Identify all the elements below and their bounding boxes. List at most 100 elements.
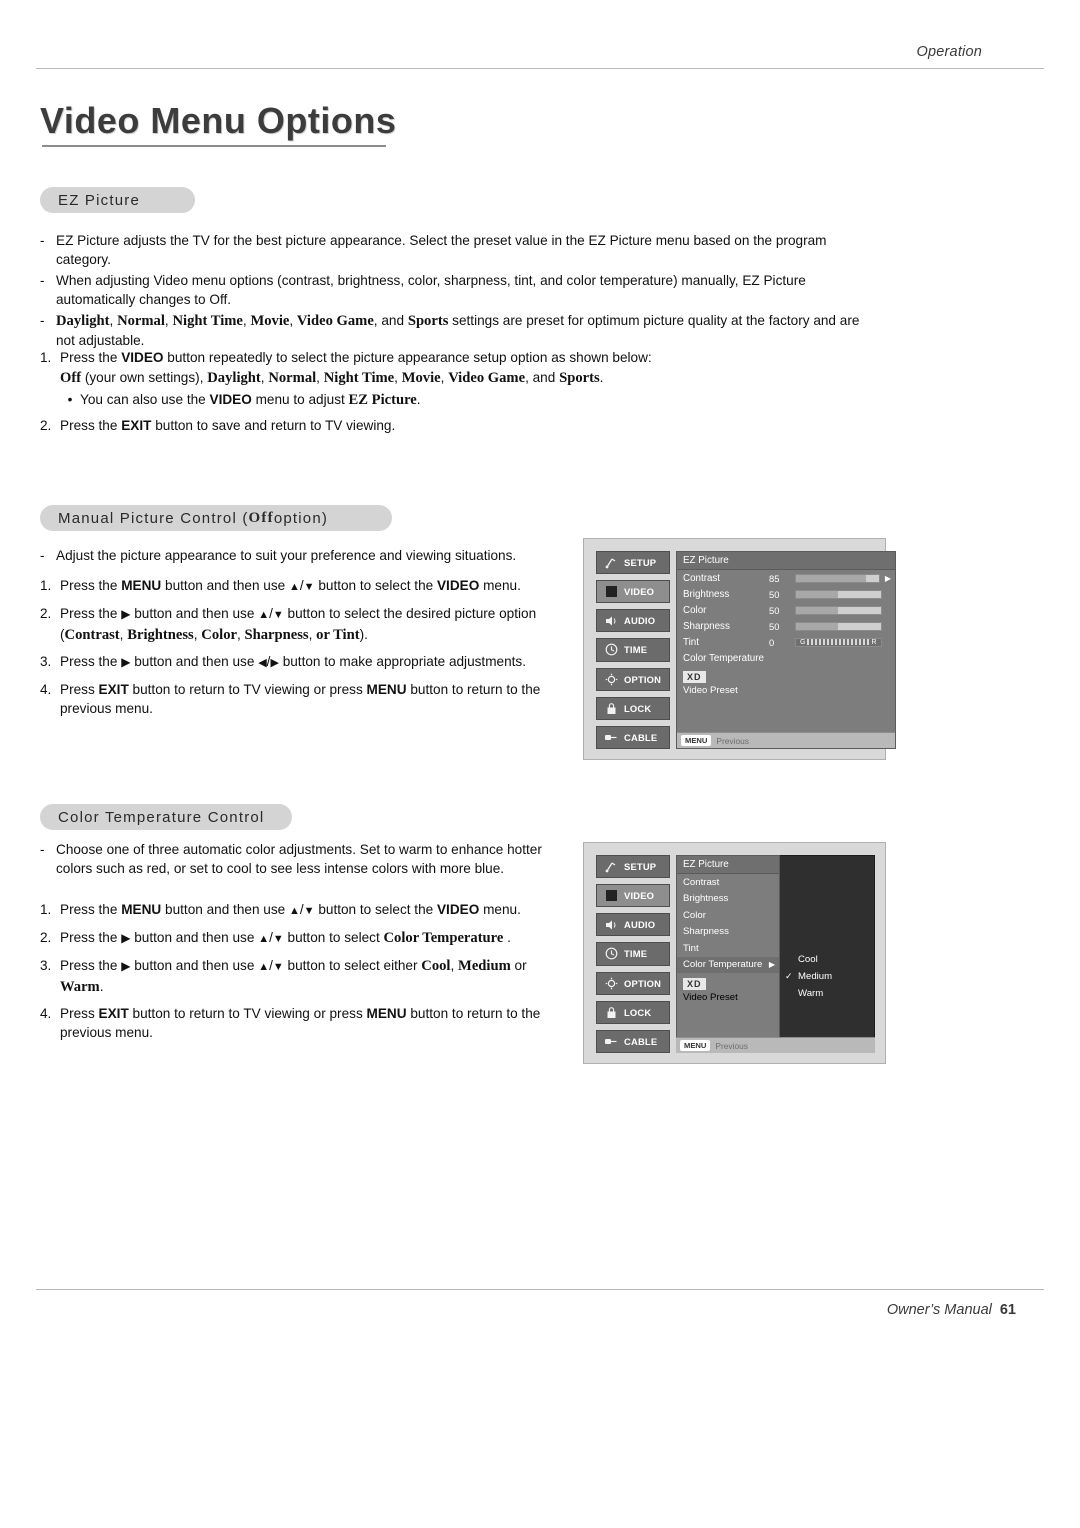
section-pill-ez-picture: EZ Picture bbox=[40, 187, 195, 213]
osd-footer: MENU Previous bbox=[677, 732, 895, 748]
osd-tab-video[interactable]: VIDEO bbox=[596, 580, 670, 604]
preset-night-time: Night Time bbox=[172, 313, 243, 329]
option-warm: Warm bbox=[60, 979, 100, 995]
cable-icon bbox=[603, 729, 619, 745]
list-item: - Choose one of three automatic color ad… bbox=[40, 840, 570, 878]
step-body: Press the ▶ button and then use ◀/▶ butt… bbox=[60, 652, 572, 673]
right-arrow-icon: ▶ bbox=[270, 657, 279, 669]
period: . bbox=[507, 930, 511, 945]
osd-slider[interactable] bbox=[795, 621, 882, 631]
osd-tab-time[interactable]: TIME bbox=[596, 638, 670, 662]
step-body: Press the EXIT button to save and return… bbox=[60, 416, 880, 435]
osd-row-brightness[interactable]: Brightness 50 bbox=[677, 586, 895, 602]
color-temperature-dash: - Choose one of three automatic color ad… bbox=[40, 840, 570, 878]
submenu-option-label: Warm bbox=[798, 988, 824, 999]
option-color: Color bbox=[201, 627, 237, 643]
osd-slider[interactable] bbox=[795, 605, 882, 615]
header-divider bbox=[36, 68, 1044, 69]
manual-picture-steps: 1. Press the MENU button and then use ▲/… bbox=[40, 576, 572, 718]
dash-marker: - bbox=[40, 233, 45, 248]
step-text: Press the bbox=[60, 578, 118, 593]
option-sports: Sports bbox=[559, 370, 600, 386]
step-number: 4. bbox=[40, 1006, 52, 1021]
osd-row-color-temperature[interactable]: Color Temperature bbox=[677, 650, 895, 666]
preset-sports: Sports bbox=[407, 313, 449, 329]
submenu-spacer bbox=[780, 856, 874, 951]
osd-tab-setup[interactable]: SETUP bbox=[596, 551, 670, 575]
osd-row-label: Contrast bbox=[683, 572, 721, 584]
osd-tab-audio[interactable]: AUDIO bbox=[596, 609, 670, 633]
down-arrow-icon: ▼ bbox=[272, 609, 284, 621]
submenu-option-label: Medium bbox=[798, 971, 833, 982]
osd-row-contrast[interactable]: Contrast 85 ▶ bbox=[677, 570, 895, 586]
osd-tab-option[interactable]: OPTION bbox=[596, 667, 670, 691]
osd-slider[interactable] bbox=[795, 573, 880, 583]
osd-tab-option[interactable]: OPTION bbox=[596, 971, 670, 995]
submenu-option-cool[interactable]: Cool bbox=[780, 951, 874, 968]
osd-row-sharpness[interactable]: Sharpness 50 bbox=[677, 618, 895, 634]
osd-tab-list[interactable]: SETUP VIDEO AUDIO TIME OPTION LOCK CABLE bbox=[596, 551, 670, 749]
left-arrow-icon: ◀ bbox=[258, 657, 267, 669]
osd-row-brightness[interactable]: Brightness bbox=[677, 891, 779, 908]
osd-row-label: Color bbox=[683, 604, 707, 616]
submenu-option-medium[interactable]: ✓ Medium bbox=[780, 968, 874, 985]
osd-tint-slider[interactable]: G R bbox=[795, 637, 882, 647]
osd-tab-audio[interactable]: AUDIO bbox=[596, 913, 670, 937]
conjunction: and bbox=[532, 370, 556, 385]
osd-previous-label: Previous bbox=[715, 1040, 748, 1051]
list-item: - Daylight, Normal, Night Time, Movie, V… bbox=[40, 311, 860, 350]
submenu-option-warm[interactable]: Warm bbox=[780, 985, 874, 1002]
page-header: Operation bbox=[36, 44, 1044, 69]
submenu-option-label: Cool bbox=[798, 954, 818, 965]
step-body: Press EXIT button to return to TV viewin… bbox=[60, 1004, 572, 1042]
right-arrow-icon: ▶ bbox=[884, 573, 891, 583]
step-number: 4. bbox=[40, 682, 52, 697]
option-cool: Cool bbox=[421, 958, 451, 974]
check-icon: ✓ bbox=[785, 971, 793, 981]
step-text: Press bbox=[60, 682, 95, 697]
footer: Owner’s Manual 61 bbox=[36, 1302, 1044, 1318]
list-item: 2. Press the EXIT button to save and ret… bbox=[40, 416, 880, 435]
osd-tab-lock[interactable]: LOCK bbox=[596, 1000, 670, 1024]
osd-footer: MENU Previous bbox=[676, 1037, 875, 1053]
option-brightness: Brightness bbox=[127, 627, 194, 643]
step-text: Press the bbox=[60, 958, 118, 973]
step-number: 3. bbox=[40, 958, 52, 973]
step-text: button to select the bbox=[318, 578, 434, 593]
osd-slider[interactable] bbox=[795, 589, 882, 599]
osd-tab-lock[interactable]: LOCK bbox=[596, 696, 670, 720]
conjunction: and bbox=[381, 313, 405, 328]
osd-tab-time[interactable]: TIME bbox=[596, 942, 670, 966]
manual-picture-dash: - Adjust the picture appearance to suit … bbox=[40, 546, 570, 565]
osd-panel: EZ Picture Contrast Brightness Color Sha… bbox=[676, 855, 875, 1053]
osd-tab-setup[interactable]: SETUP bbox=[596, 855, 670, 879]
antenna-icon bbox=[603, 555, 619, 571]
osd-row-sharpness[interactable]: Sharpness bbox=[677, 924, 779, 941]
osd-row-tint[interactable]: Tint 0 G R bbox=[677, 634, 895, 650]
osd-row-color[interactable]: Color 50 bbox=[677, 602, 895, 618]
step-text: button and then use bbox=[134, 930, 255, 945]
osd-tab-cable[interactable]: CABLE bbox=[596, 725, 670, 749]
dash-text-rich: Daylight, Normal, Night Time, Movie, Vid… bbox=[56, 313, 860, 348]
osd-row-tint[interactable]: Tint bbox=[677, 940, 779, 957]
osd-row-color-temperature[interactable]: Color Temperature ▶ bbox=[677, 956, 779, 973]
osd-tab-list[interactable]: SETUP VIDEO AUDIO TIME OPTION LOCK CABLE bbox=[596, 855, 670, 1053]
step-text: button to make appropriate adjustments. bbox=[282, 654, 527, 669]
osd-row-color[interactable]: Color bbox=[677, 907, 779, 924]
pill-bold-off: Off bbox=[248, 509, 274, 526]
header-section-label: Operation bbox=[916, 44, 982, 60]
down-arrow-icon: ▼ bbox=[303, 581, 315, 593]
osd-menu-chip[interactable]: MENU bbox=[680, 1040, 711, 1051]
step-subline: Off (your own settings), Daylight, Norma… bbox=[60, 370, 604, 386]
osd-tab-cable[interactable]: CABLE bbox=[596, 1029, 670, 1053]
dash-marker: - bbox=[40, 273, 45, 288]
osd-menu-chip[interactable]: MENU bbox=[681, 735, 712, 746]
osd-row-value: 0 bbox=[769, 636, 775, 648]
footer-manual-label: Owner’s Manual bbox=[886, 1302, 992, 1318]
osd-row-contrast[interactable]: Contrast bbox=[677, 874, 779, 891]
osd-tab-video[interactable]: VIDEO bbox=[596, 884, 670, 908]
osd-menu-column: EZ Picture Contrast Brightness Color Sha… bbox=[676, 855, 875, 1053]
clock-icon bbox=[603, 946, 619, 962]
step-text: button and then use bbox=[134, 606, 255, 621]
